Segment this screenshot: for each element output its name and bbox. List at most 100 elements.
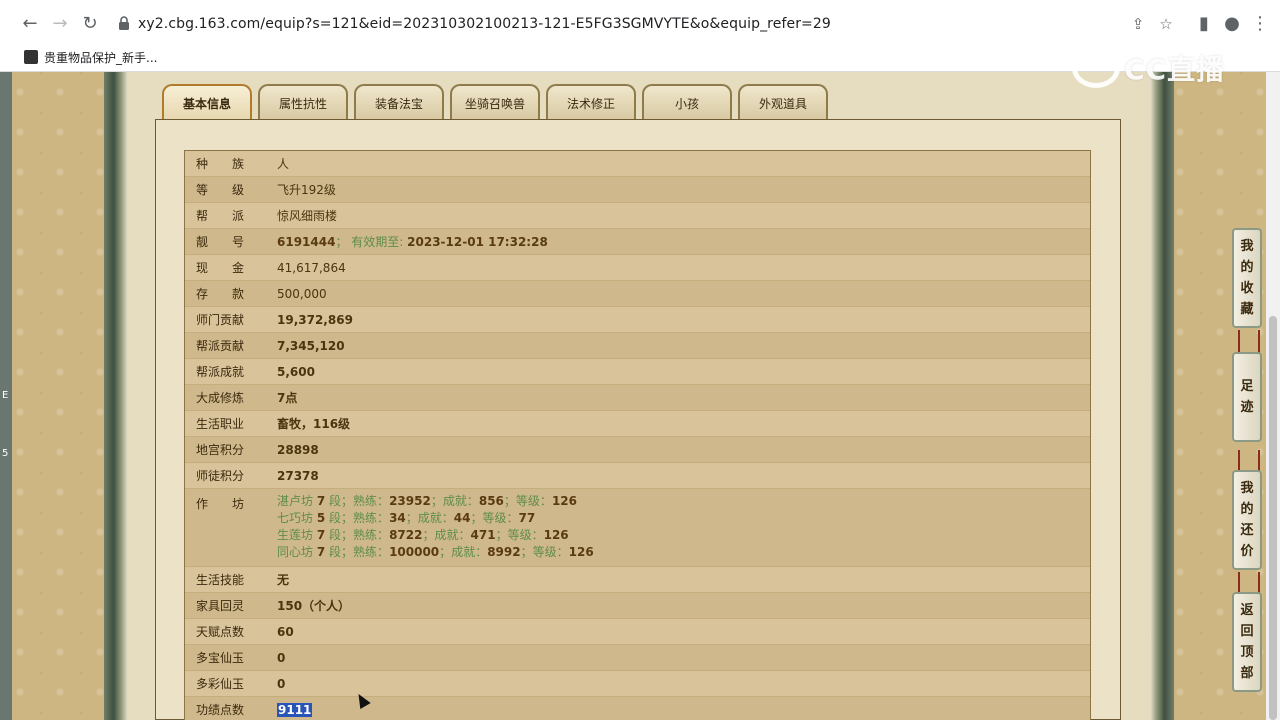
row-value: 惊风细雨楼	[277, 209, 338, 223]
table-row: 功绩点数 9111	[185, 697, 1090, 720]
row-value: 畜牧，116级	[277, 417, 351, 431]
table-row: 帮 派 惊风细雨楼	[185, 203, 1090, 229]
row-label: 作 坊	[196, 497, 245, 511]
row-value: 0	[277, 651, 286, 665]
share-icon[interactable]: ⇪	[1128, 14, 1148, 34]
tab-appearance[interactable]: 外观道具	[738, 84, 828, 120]
workshop-line: 同心坊 7 段；熟练：100000；成就：8992；等级：126	[277, 545, 594, 559]
row-value: 人	[277, 157, 290, 171]
row-label: 多宝仙玉	[196, 651, 245, 665]
cash-value: 41,617,864	[277, 261, 346, 275]
tab-basic-info[interactable]: 基本信息	[162, 84, 252, 120]
scrollbar[interactable]	[1266, 72, 1280, 720]
row-label: 师徒积分	[196, 469, 245, 483]
footprint-button[interactable]: 足迹	[1232, 352, 1262, 442]
profile-icon[interactable]: ●	[1218, 10, 1246, 38]
sidebar-icon[interactable]: ▮	[1190, 10, 1218, 38]
lock-icon	[119, 16, 129, 30]
row-label: 地宫积分	[196, 443, 245, 457]
address-row: ← → ↻ xy2.cbg.163.com/equip?s=121&eid=20…	[0, 6, 1280, 42]
address-bar[interactable]: xy2.cbg.163.com/equip?s=121&eid=20231030…	[108, 7, 1186, 41]
table-row: 大成修炼 7点	[185, 385, 1090, 411]
selected-text: 9111	[277, 703, 313, 717]
table-row: 地宫积分 28898	[185, 437, 1090, 463]
table-row: 靓 号 6191444； 有效期至: 2023-12-01 17:32:28	[185, 229, 1090, 255]
table-row: 帮派贡献 7,345,120	[185, 333, 1090, 359]
my-favorites-button[interactable]: 我的收藏	[1232, 228, 1262, 328]
table-row: 现 金 41,617,864	[185, 255, 1090, 281]
table-row: 生活技能 无	[185, 567, 1090, 593]
menu-icon[interactable]: ⋮	[1246, 10, 1274, 38]
frame-right	[1150, 72, 1174, 720]
row-label: 生活职业	[196, 417, 245, 431]
row-label: 生活技能	[196, 573, 245, 587]
table-row: 多彩仙玉 0	[185, 671, 1090, 697]
workshop-line: 湛卢坊 7 段；熟练：23952；成就：856；等级：126	[277, 494, 577, 508]
row-label: 天赋点数	[196, 625, 245, 639]
info-table: 种 族 人 等 级 飞升192级 帮 派 惊风细雨楼 靓 号 6191444； 有效期…	[184, 150, 1091, 720]
table-row: 多宝仙玉 0	[185, 645, 1090, 671]
tab-attributes[interactable]: 属性抗性	[258, 84, 348, 120]
row-label: 帮派成就	[196, 365, 245, 379]
tab-mounts-pets[interactable]: 坐骑召唤兽	[450, 84, 540, 120]
tab-equipment[interactable]: 装备法宝	[354, 84, 444, 120]
table-row: 帮派成就 5,600	[185, 359, 1090, 385]
row-value: 飞升192级	[277, 183, 336, 197]
workshop-line: 生莲坊 7 段；熟练：8722；成就：471；等级：126	[277, 528, 569, 542]
row-label: 种 族	[196, 157, 245, 171]
row-value: 7点	[277, 391, 298, 405]
tab-child[interactable]: 小孩	[642, 84, 732, 120]
workshop-line: 七巧坊 5 段；熟练：34；成就：44；等级：77	[277, 511, 536, 525]
row-value: 9111	[277, 697, 313, 720]
row-value: 27378	[277, 469, 319, 483]
row-label: 大成修炼	[196, 391, 245, 405]
row-label: 家具回灵	[196, 599, 245, 613]
my-bargain-button[interactable]: 我的还价	[1232, 470, 1262, 570]
row-value: 0	[277, 677, 286, 691]
row-label: 帮派贡献	[196, 339, 245, 353]
watermark-logo-icon	[1072, 48, 1120, 88]
table-row: 种 族人	[185, 151, 1090, 177]
row-label: 功绩点数	[196, 703, 245, 717]
workshop-list: 湛卢坊 7 段；熟练：23952；成就：856；等级：126 七巧坊 5 段；熟…	[277, 493, 594, 561]
row-value: 6191444； 有效期至: 2023-12-01 17:32:28	[277, 235, 548, 249]
url-text: xy2.cbg.163.com/equip?s=121&eid=20231030…	[138, 16, 831, 32]
scrollbar-thumb[interactable]	[1269, 316, 1277, 720]
row-value: 7,345,120	[277, 339, 345, 353]
row-value: 无	[277, 573, 290, 587]
row-value: 19,372,869	[277, 313, 353, 327]
star-icon[interactable]: ☆	[1156, 14, 1176, 34]
reload-icon[interactable]: ↻	[76, 10, 104, 38]
bookmark-label: 贵重物品保护_新手...	[44, 50, 158, 65]
row-label: 靓 号	[196, 235, 245, 249]
forward-icon[interactable]: →	[46, 10, 74, 38]
row-label: 帮 派	[196, 209, 245, 223]
row-label: 等 级	[196, 183, 245, 197]
row-label: 师门贡献	[196, 313, 245, 327]
table-row: 师门贡献 19,372,869	[185, 307, 1090, 333]
table-row: 等 级 飞升192级	[185, 177, 1090, 203]
back-to-top-button[interactable]: 返回顶部	[1232, 592, 1262, 692]
stream-watermark: CC直播	[1072, 46, 1225, 90]
table-row: 师徒积分 27378	[185, 463, 1090, 489]
rope-decoration	[1238, 330, 1260, 354]
row-label: 多彩仙玉	[196, 677, 245, 691]
table-row: 家具回灵 150（个人）	[185, 593, 1090, 619]
table-row: 存 款 500,000	[185, 281, 1090, 307]
bookmark-favicon-icon	[24, 50, 38, 64]
deposit-value: 500,000	[277, 287, 327, 301]
row-value: 28898	[277, 443, 319, 457]
row-value: 60	[277, 625, 294, 639]
row-value: 150（个人）	[277, 599, 351, 613]
row-label: 存 款	[196, 287, 245, 301]
table-row: 天赋点数 60	[185, 619, 1090, 645]
frame-left	[104, 72, 128, 720]
row-label: 现 金	[196, 261, 245, 275]
table-row-workshop: 作 坊 湛卢坊 7 段；熟练：23952；成就：856；等级：126 七巧坊 5…	[185, 489, 1090, 567]
back-icon[interactable]: ←	[16, 10, 44, 38]
table-row: 生活职业 畜牧，116级	[185, 411, 1090, 437]
tab-spell-correction[interactable]: 法术修正	[546, 84, 636, 120]
left-edge-strip: E 5	[0, 72, 12, 720]
row-value: 5,600	[277, 365, 315, 379]
bookmark-item[interactable]: 贵重物品保护_新手...	[24, 48, 157, 66]
